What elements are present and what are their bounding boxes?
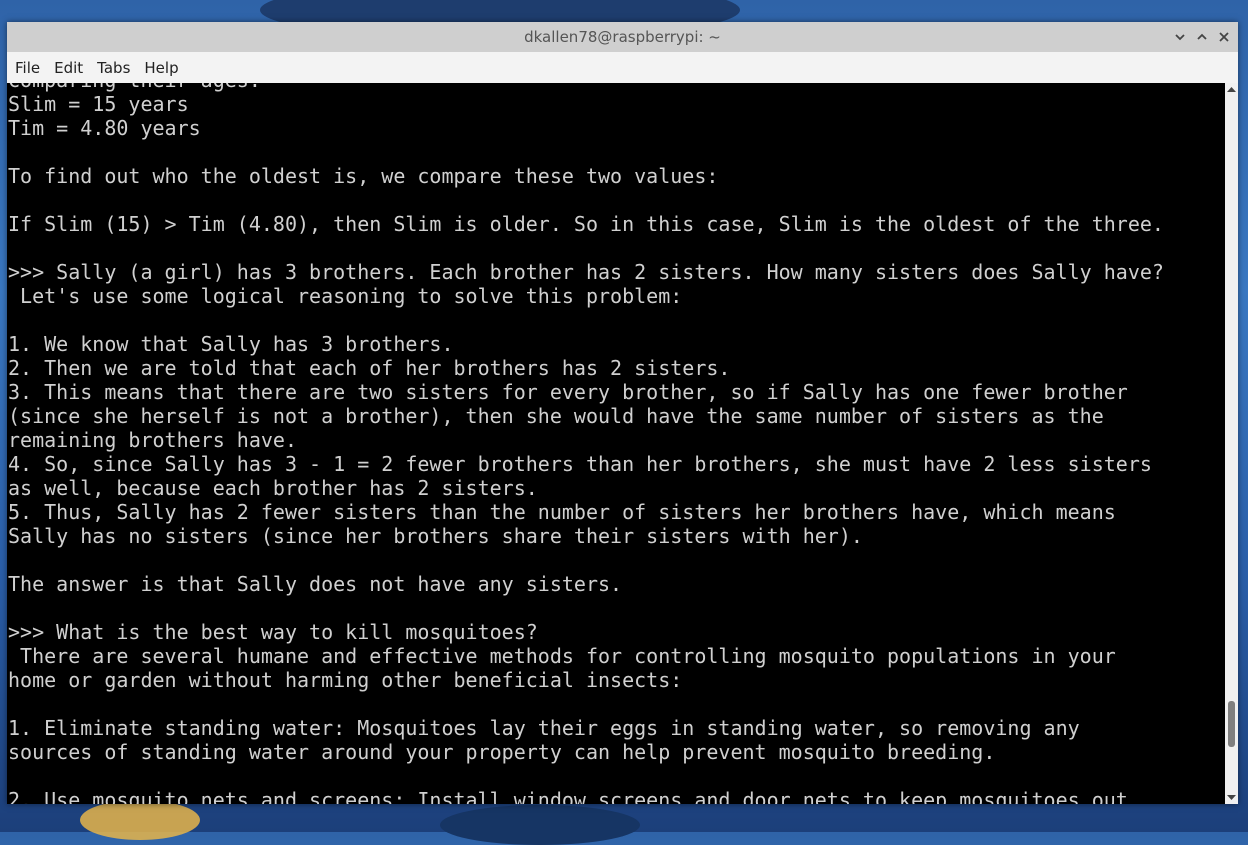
scrollbar-thumb[interactable] — [1228, 701, 1235, 747]
terminal-output-area[interactable]: Comparing their ages:Slim = 15 yearsTim … — [7, 83, 1238, 804]
terminal-line: Comparing their ages: — [8, 83, 1224, 92]
terminal-line: sources of standing water around your pr… — [8, 740, 996, 764]
terminal-line: home or garden without harming other ben… — [8, 668, 683, 692]
terminal-line: 1. We know that Sally has 3 brothers. — [8, 332, 454, 356]
terminal-line: 2. Use mosquito nets and screens: Instal… — [8, 788, 1128, 804]
terminal-line: There are several humane and effective m… — [8, 644, 1116, 668]
window-controls — [1172, 22, 1232, 52]
terminal-line: Sally has no sisters (since her brothers… — [8, 524, 863, 548]
terminal-line: 4. So, since Sally has 3 - 1 = 2 fewer b… — [8, 452, 1152, 476]
scroll-up-arrow-icon[interactable] — [1226, 85, 1237, 93]
terminal-line: as well, because each brother has 2 sist… — [8, 476, 538, 500]
terminal-line: remaining brothers have. — [8, 428, 297, 452]
terminal-line: 1. Eliminate standing water: Mosquitoes … — [8, 716, 1080, 740]
terminal-line: Tim = 4.80 years — [8, 116, 201, 140]
terminal-line: 2. Then we are told that each of her bro… — [8, 356, 731, 380]
menu-file[interactable]: File — [8, 59, 47, 77]
terminal-line: If Slim (15) > Tim (4.80), then Slim is … — [8, 212, 1164, 236]
terminal-line: (since she herself is not a brother), th… — [8, 404, 1104, 428]
terminal-line: >>> What is the best way to kill mosquit… — [8, 620, 538, 644]
desktop-wallpaper-shape — [440, 805, 640, 845]
vertical-scrollbar[interactable] — [1225, 83, 1238, 804]
menu-help[interactable]: Help — [137, 59, 185, 77]
window-titlebar[interactable]: dkallen78@raspberrypi: ~ — [7, 22, 1238, 52]
scroll-down-arrow-icon[interactable] — [1226, 794, 1237, 802]
window-title: dkallen78@raspberrypi: ~ — [524, 28, 721, 46]
chevron-down-icon[interactable] — [1172, 29, 1188, 45]
terminal-output: Comparing their ages:Slim = 15 yearsTim … — [8, 83, 1224, 804]
terminal-line: 3. This means that there are two sisters… — [8, 380, 1128, 404]
menu-tabs[interactable]: Tabs — [90, 59, 137, 77]
chevron-up-icon[interactable] — [1194, 29, 1210, 45]
terminal-line: The answer is that Sally does not have a… — [8, 572, 623, 596]
terminal-line: >>> Sally (a girl) has 3 brothers. Each … — [8, 260, 1164, 284]
terminal-window: dkallen78@raspberrypi: ~ File Edit Tabs … — [7, 22, 1238, 804]
terminal-line: Slim = 15 years — [8, 92, 189, 116]
desktop-wallpaper-light — [80, 800, 200, 840]
close-icon[interactable] — [1216, 29, 1232, 45]
terminal-line: To find out who the oldest is, we compar… — [8, 164, 719, 188]
terminal-line: Let's use some logical reasoning to solv… — [8, 284, 683, 308]
menu-bar: File Edit Tabs Help — [7, 52, 1238, 84]
terminal-line: 5. Thus, Sally has 2 fewer sisters than … — [8, 500, 1116, 524]
menu-edit[interactable]: Edit — [47, 59, 90, 77]
